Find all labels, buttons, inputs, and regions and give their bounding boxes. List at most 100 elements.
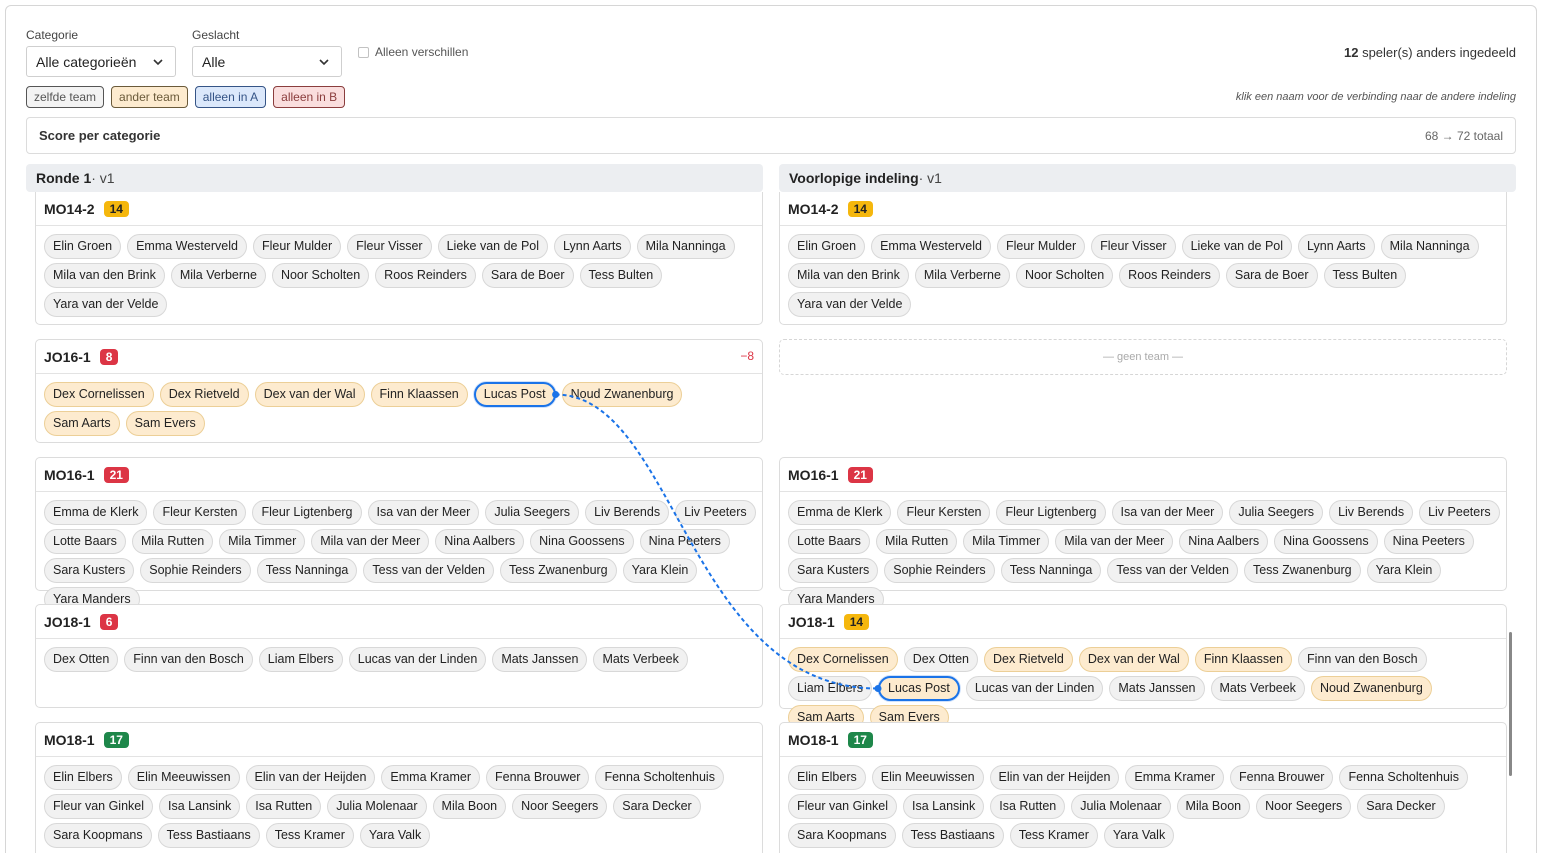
player-chip[interactable]: Isa Rutten [246,794,322,819]
player-chip[interactable]: Noor Seegers [1256,794,1352,819]
player-chip[interactable]: Lotte Baars [44,529,126,554]
player-chip[interactable]: Nina Goossens [530,529,634,554]
player-chip[interactable]: Tess Kramer [1009,823,1098,848]
only-differences-toggle[interactable]: Alleen verschillen [358,45,468,59]
player-chip[interactable]: Mila Nanninga [636,234,735,259]
player-chip[interactable]: Lieke van de Pol [1181,234,1293,259]
player-chip[interactable]: Mila Verberne [914,263,1010,288]
player-chip[interactable]: Mila Timmer [963,529,1050,554]
player-chip[interactable]: Sara Kusters [788,558,879,583]
player-chip[interactable]: Sara Kusters [44,558,135,583]
player-chip[interactable]: Fleur Kersten [153,500,247,525]
player-chip[interactable]: Julia Seegers [485,500,580,525]
player-chip[interactable]: Finn Klaassen [370,382,468,407]
player-chip[interactable]: Lucas Post [878,676,960,701]
scrollbar-thumb[interactable] [1509,632,1512,776]
player-chip[interactable]: Nina Aalbers [1179,529,1269,554]
player-chip[interactable]: Isa Rutten [990,794,1066,819]
player-chip[interactable]: Mila van der Meer [1055,529,1174,554]
player-chip[interactable]: Sam Aarts [44,411,120,436]
player-chip[interactable]: Mila Boon [1176,794,1251,819]
player-chip[interactable]: Liv Berends [585,500,670,525]
player-chip[interactable]: Fenna Brouwer [1230,765,1334,790]
player-chip[interactable]: Mats Verbeek [1210,676,1305,701]
gender-select[interactable]: Alle [192,46,342,77]
player-chip[interactable]: Emma de Klerk [44,500,148,525]
player-chip[interactable]: Tess Bulten [579,263,663,288]
player-chip[interactable]: Tess Nanninga [256,558,358,583]
player-chip[interactable]: Elin Groen [788,234,866,259]
player-chip[interactable]: Julia Seegers [1229,500,1324,525]
player-chip[interactable]: Noor Seegers [512,794,608,819]
player-chip[interactable]: Fleur Mulder [996,234,1086,259]
player-chip[interactable]: Finn Klaassen [1194,647,1293,672]
player-chip[interactable]: Yara Valk [359,823,431,848]
player-chip[interactable]: Sara Koopmans [44,823,152,848]
player-chip[interactable]: Lucas van der Linden [348,647,487,672]
player-chip[interactable]: Noud Zwanenburg [1310,676,1432,701]
player-chip[interactable]: Sophie Reinders [884,558,995,583]
player-chip[interactable]: Sara Decker [1357,794,1445,819]
player-chip[interactable]: Fenna Brouwer [486,765,590,790]
player-chip[interactable]: Fleur Mulder [252,234,342,259]
player-chip[interactable]: Elin van der Heijden [989,765,1120,790]
player-chip[interactable]: Mila Verberne [170,263,266,288]
player-chip[interactable]: Noud Zwanenburg [561,382,683,407]
player-chip[interactable]: Yara Klein [1366,558,1442,583]
player-chip[interactable]: Julia Molenaar [1071,794,1171,819]
player-chip[interactable]: Fenna Scholtenhuis [595,765,724,790]
player-chip[interactable]: Emma Westerveld [127,234,247,259]
player-chip[interactable]: Mila van den Brink [788,263,909,288]
player-chip[interactable]: Liam Elbers [258,647,343,672]
player-chip[interactable]: Tess Bastiaans [157,823,260,848]
player-chip[interactable]: Finn van den Bosch [124,647,253,672]
player-chip[interactable]: Fleur van Ginkel [44,794,154,819]
player-chip[interactable]: Tess Bulten [1323,263,1407,288]
player-chip[interactable]: Fleur Ligtenberg [996,500,1106,525]
player-chip[interactable]: Lieke van de Pol [437,234,549,259]
player-chip[interactable]: Nina Goossens [1274,529,1378,554]
player-chip[interactable]: Emma de Klerk [788,500,892,525]
player-chip[interactable]: Isa van der Meer [1111,500,1224,525]
player-chip[interactable]: Fleur Ligtenberg [252,500,362,525]
only-differences-checkbox[interactable] [358,46,369,58]
player-chip[interactable]: Liv Berends [1329,500,1414,525]
player-chip[interactable]: Tess van der Velden [1107,558,1238,583]
player-chip[interactable]: Elin Meeuwissen [127,765,240,790]
player-chip[interactable]: Mila Rutten [131,529,214,554]
player-chip[interactable]: Fleur Visser [1091,234,1176,259]
player-chip[interactable]: Liam Elbers [788,676,872,701]
player-chip[interactable]: Lynn Aarts [554,234,631,259]
player-chip[interactable]: Finn van den Bosch [1298,647,1427,672]
player-chip[interactable]: Sam Evers [125,411,205,436]
player-chip[interactable]: Elin Groen [44,234,122,259]
player-chip[interactable]: Dex Rietveld [984,647,1073,672]
player-chip[interactable]: Mila Timmer [219,529,306,554]
player-chip[interactable]: Mila van den Brink [44,263,165,288]
player-chip[interactable]: Fleur van Ginkel [788,794,898,819]
player-chip[interactable]: Elin Elbers [44,765,122,790]
player-chip[interactable]: Elin van der Heijden [245,765,376,790]
player-chip[interactable]: Tess Nanninga [1000,558,1102,583]
player-chip[interactable]: Emma Westerveld [871,234,991,259]
player-chip[interactable]: Dex Otten [44,647,119,672]
player-chip[interactable]: Noor Scholten [271,263,370,288]
player-chip[interactable]: Fleur Visser [347,234,432,259]
player-chip[interactable]: Sara Decker [613,794,701,819]
player-chip[interactable]: Nina Aalbers [435,529,525,554]
player-chip[interactable]: Mats Verbeek [593,647,688,672]
player-chip[interactable]: Tess Kramer [265,823,354,848]
player-chip[interactable]: Dex Rietveld [159,382,249,407]
player-chip[interactable]: Lucas van der Linden [965,676,1104,701]
player-chip[interactable]: Dex Cornelissen [788,647,898,672]
player-chip[interactable]: Tess Bastiaans [901,823,1004,848]
player-chip[interactable]: Sara Koopmans [788,823,896,848]
player-chip[interactable]: Mila Rutten [875,529,958,554]
player-chip[interactable]: Julia Molenaar [327,794,427,819]
player-chip[interactable]: Lynn Aarts [1298,234,1375,259]
player-chip[interactable]: Isa Lansink [159,794,241,819]
score-per-category-toggle[interactable]: Score per categorie 68 → 72 totaal [26,117,1516,154]
player-chip[interactable]: Mila van der Meer [311,529,430,554]
player-chip[interactable]: Tess Zwanenburg [1243,558,1361,583]
player-chip[interactable]: Sara de Boer [481,263,574,288]
